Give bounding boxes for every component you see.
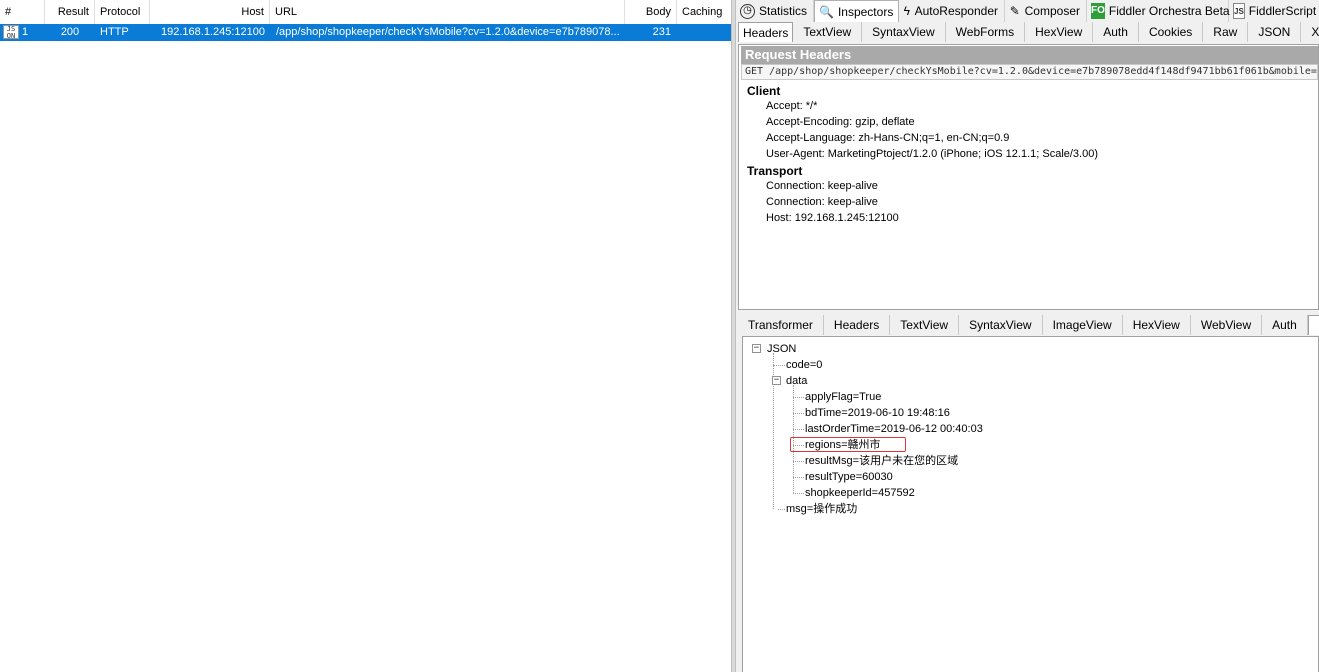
tree-node-shopkeeper-id[interactable]: shopkeeperId=457592 bbox=[805, 486, 915, 500]
response-tab-headers[interactable]: Headers bbox=[824, 315, 891, 335]
header-group-transport[interactable]: Transport bbox=[747, 164, 802, 178]
response-tab-textview[interactable]: TextView bbox=[890, 315, 960, 335]
tab-fiddlerscript[interactable]: JS FiddlerScript bbox=[1229, 0, 1319, 22]
session-body: 231 bbox=[652, 26, 671, 38]
header-group-client[interactable]: Client bbox=[747, 84, 780, 98]
tree-node-data[interactable]: data bbox=[786, 374, 807, 388]
header-item[interactable]: Accept-Encoding: gzip, deflate bbox=[766, 116, 915, 128]
session-number: 1 bbox=[22, 26, 29, 38]
tree-connector bbox=[793, 397, 804, 398]
tab-autoresponder[interactable]: ϟ AutoResponder bbox=[899, 0, 1005, 22]
column-header-result[interactable]: Result bbox=[45, 0, 95, 24]
session-url: /app/shop/shopkeeper/checkYsMobile?cv=1.… bbox=[276, 26, 620, 38]
header-item[interactable]: Connection: keep-alive bbox=[766, 180, 878, 192]
tree-node-code[interactable]: code=0 bbox=[786, 358, 822, 372]
response-tab-caching[interactable]: Caching bbox=[1307, 315, 1319, 335]
response-tab-transformer[interactable]: Transformer bbox=[738, 315, 824, 335]
response-tab-syntaxview[interactable]: SyntaxView bbox=[959, 315, 1043, 335]
lightning-icon: ϟ bbox=[903, 4, 910, 18]
tab-fiddler-orchestra[interactable]: FO Fiddler Orchestra Beta bbox=[1087, 0, 1230, 22]
session-protocol: HTTP bbox=[100, 26, 129, 38]
response-tab-imageview[interactable]: ImageView bbox=[1043, 315, 1123, 335]
request-tab-raw[interactable]: Raw bbox=[1203, 22, 1249, 42]
column-header-body[interactable]: Body bbox=[625, 0, 677, 24]
tab-fiddlerscript-label: FiddlerScript bbox=[1248, 4, 1317, 18]
fo-icon: FO bbox=[1091, 3, 1105, 19]
highlight-annotation bbox=[790, 437, 906, 452]
request-tab-webforms[interactable]: WebForms bbox=[946, 22, 1026, 42]
column-header-caching[interactable]: Caching bbox=[677, 0, 731, 24]
inspector-pane: ◷ Statistics 🔍 Inspectors ϟ AutoResponde… bbox=[736, 0, 1319, 672]
request-tab-auth[interactable]: Auth bbox=[1093, 22, 1139, 42]
tree-connector bbox=[793, 429, 804, 430]
request-tab-headers[interactable]: Headers bbox=[738, 22, 794, 42]
tree-node-bd-time[interactable]: bdTime=2019-06-10 19:48:16 bbox=[805, 406, 950, 420]
tab-inspectors-label: Inspectors bbox=[837, 4, 894, 19]
tab-statistics[interactable]: ◷ Statistics bbox=[736, 0, 814, 22]
tree-connector bbox=[793, 493, 804, 494]
column-header-protocol[interactable]: Protocol bbox=[95, 0, 150, 24]
request-tab-cookies[interactable]: Cookies bbox=[1139, 22, 1204, 42]
column-header-url[interactable]: URL bbox=[270, 0, 625, 24]
collapse-toggle-icon[interactable]: − bbox=[772, 376, 781, 385]
tree-connector bbox=[773, 365, 785, 366]
request-tab-syntaxview[interactable]: SyntaxView bbox=[862, 22, 946, 42]
tree-node-msg[interactable]: msg=操作成功 bbox=[786, 502, 857, 516]
stopwatch-icon: ◷ bbox=[740, 3, 755, 19]
request-tab-textview[interactable]: TextView bbox=[793, 22, 863, 42]
tab-statistics-label: Statistics bbox=[758, 4, 807, 18]
request-headers-title: Request Headers bbox=[741, 46, 1318, 64]
request-headers-panel: Request Headers GET /app/shop/shopkeeper… bbox=[738, 44, 1319, 310]
session-row[interactable]: JS ON 1 200 HTTP 192.168.1.245:12100 /app… bbox=[0, 24, 731, 41]
tree-connector bbox=[793, 413, 804, 414]
column-header-host[interactable]: Host bbox=[150, 0, 270, 24]
inspector-icon: 🔍 bbox=[819, 4, 834, 19]
header-item[interactable]: Accept: */* bbox=[766, 100, 817, 112]
tree-connector bbox=[793, 461, 804, 462]
request-tab-json[interactable]: JSON bbox=[1248, 22, 1302, 42]
tree-node-apply-flag[interactable]: applyFlag=True bbox=[805, 390, 881, 404]
response-tab-webview[interactable]: WebView bbox=[1191, 315, 1263, 335]
collapse-toggle-icon[interactable]: − bbox=[752, 344, 761, 353]
response-json-tree: − JSON code=0 − data applyFlag=True bdTi… bbox=[742, 336, 1319, 672]
header-item[interactable]: Host: 192.168.1.245:12100 bbox=[766, 212, 899, 224]
tree-node-root[interactable]: JSON bbox=[767, 342, 796, 356]
tree-node-last-order-time[interactable]: lastOrderTime=2019-06-12 00:40:03 bbox=[805, 422, 983, 436]
session-list[interactable]: # Result Protocol Host URL Body Caching … bbox=[0, 0, 731, 672]
header-item[interactable]: Accept-Language: zh-Hans-CN;q=1, en-CN;q… bbox=[766, 132, 1009, 144]
tab-composer-label: Composer bbox=[1024, 4, 1080, 18]
tree-node-result-type[interactable]: resultType=60030 bbox=[805, 470, 893, 484]
request-tab-hexview[interactable]: HexView bbox=[1025, 22, 1094, 42]
tree-connector bbox=[778, 509, 785, 510]
main-tab-bar: ◷ Statistics 🔍 Inspectors ϟ AutoResponde… bbox=[736, 0, 1319, 22]
session-caching bbox=[682, 24, 727, 41]
json-icon: JS ON bbox=[3, 25, 19, 40]
request-line[interactable]: GET /app/shop/shopkeeper/checkYsMobile?c… bbox=[741, 64, 1318, 80]
response-tab-hexview[interactable]: HexView bbox=[1123, 315, 1191, 335]
composer-icon: ✎ bbox=[1009, 4, 1020, 18]
request-tab-bar: Headers TextView SyntaxView WebForms Hex… bbox=[738, 22, 1319, 42]
header-item[interactable]: Connection: keep-alive bbox=[766, 196, 878, 208]
session-host: 192.168.1.245:12100 bbox=[161, 26, 265, 38]
tab-autoresponder-label: AutoResponder bbox=[914, 4, 998, 18]
tree-node-result-msg[interactable]: resultMsg=该用户未在您的区域 bbox=[805, 454, 958, 468]
response-tab-bar: Transformer Headers TextView SyntaxView … bbox=[738, 315, 1319, 335]
header-item[interactable]: User-Agent: MarketingPtoject/1.2.0 (iPho… bbox=[766, 148, 1098, 160]
tree-connector bbox=[793, 477, 804, 478]
response-tab-auth[interactable]: Auth bbox=[1262, 315, 1308, 335]
tab-composer[interactable]: ✎ Composer bbox=[1005, 0, 1087, 22]
column-header-number[interactable]: # bbox=[0, 0, 45, 24]
js-icon: JS bbox=[1233, 3, 1245, 19]
tab-fiddler-orchestra-label: Fiddler Orchestra Beta bbox=[1108, 4, 1230, 18]
tab-inspectors[interactable]: 🔍 Inspectors bbox=[814, 0, 899, 22]
session-result: 200 bbox=[60, 26, 80, 38]
request-tab-xml[interactable]: XML bbox=[1301, 22, 1319, 42]
